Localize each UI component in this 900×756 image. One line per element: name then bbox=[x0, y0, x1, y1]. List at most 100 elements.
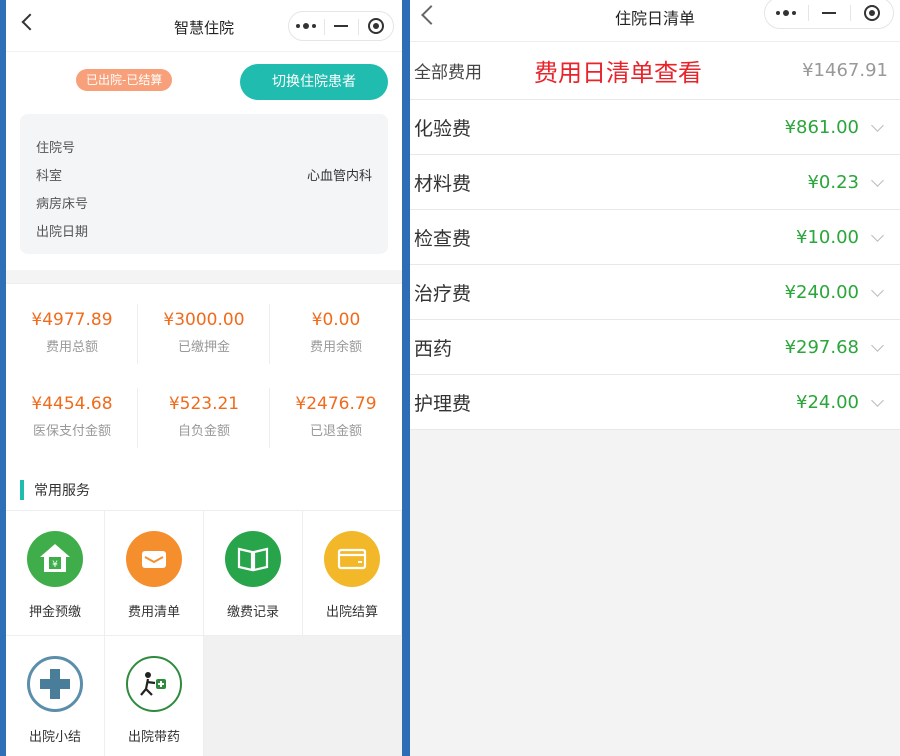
info-value: 心血管内科 bbox=[306, 168, 372, 184]
admission-info-card: 住院号 科室 心血管内科 病房床号 出院日期 bbox=[20, 114, 388, 254]
fee-item-western-medicine[interactable]: 西药 ¥297.68 bbox=[410, 320, 900, 375]
service-label: 费用清单 bbox=[127, 605, 180, 620]
mini-program-capsule bbox=[764, 0, 894, 29]
smart-hospital-panel: 智慧住院 已出院-已结算 切换住院患者 住院号 科室 心血管内科 病房床号 出院… bbox=[6, 0, 402, 756]
info-label: 出院日期 bbox=[36, 224, 89, 240]
fee-item-amount: ¥10.00 bbox=[796, 226, 859, 248]
total-fee-row: 全部费用 费用日清单查看 ¥1467.91 bbox=[410, 42, 900, 100]
info-label: 住院号 bbox=[36, 140, 76, 156]
services-grid: ¥ 押金预缴 费用清单 缴费记录 出院结算 出院小结 出院带药 bbox=[6, 510, 402, 756]
section-divider bbox=[6, 270, 402, 284]
fee-item-materials[interactable]: 材料费 ¥0.23 bbox=[410, 155, 900, 210]
chevron-down-icon bbox=[871, 283, 884, 297]
switch-patient-button[interactable]: 切换住院患者 bbox=[240, 64, 388, 100]
fee-amount: ¥3000.00 bbox=[163, 310, 245, 330]
fee-item-amount: ¥861.00 bbox=[784, 116, 859, 138]
fee-item-amount: ¥0.23 bbox=[807, 171, 859, 193]
fee-item-examination[interactable]: 检查费 ¥10.00 bbox=[410, 210, 900, 265]
svg-text:¥: ¥ bbox=[52, 560, 58, 570]
fee-label: 费用总额 bbox=[45, 340, 98, 355]
navigation-bar: 智慧住院 bbox=[6, 0, 402, 52]
services-title: 常用服务 bbox=[34, 483, 90, 499]
info-row-admission-no: 住院号 bbox=[36, 132, 372, 160]
fee-item-label: 治疗费 bbox=[414, 282, 472, 305]
minimize-button[interactable] bbox=[323, 12, 359, 40]
fee-amount: ¥0.00 bbox=[311, 310, 361, 330]
info-label: 科室 bbox=[36, 168, 63, 184]
fee-label: 已退金额 bbox=[309, 424, 362, 439]
fee-item-lab[interactable]: 化验费 ¥861.00 bbox=[410, 100, 900, 155]
fee-label: 费用余额 bbox=[309, 340, 362, 355]
service-deposit-prepay[interactable]: ¥ 押金预缴 bbox=[6, 511, 105, 636]
info-row-discharge-date: 出院日期 bbox=[36, 216, 372, 244]
minimize-icon bbox=[334, 25, 348, 27]
minimize-icon bbox=[822, 12, 836, 14]
fee-total: ¥4977.89 费用总额 bbox=[6, 292, 138, 376]
service-label: 出院小结 bbox=[28, 730, 81, 745]
envelope-icon bbox=[126, 531, 182, 587]
chevron-down-icon bbox=[871, 228, 884, 242]
patient-name bbox=[20, 76, 58, 92]
fee-item-nursing[interactable]: 护理费 ¥24.00 bbox=[410, 375, 900, 430]
service-discharge-medicine[interactable]: 出院带药 bbox=[105, 636, 204, 756]
fee-item-amount: ¥297.68 bbox=[784, 336, 859, 358]
fee-amount: ¥2476.79 bbox=[295, 394, 377, 414]
section-accent-bar bbox=[20, 480, 24, 500]
fee-item-label: 护理费 bbox=[414, 392, 472, 415]
patient-header: 已出院-已结算 切换住院患者 bbox=[6, 52, 402, 112]
annotation-text: 费用日清单查看 bbox=[534, 59, 702, 87]
info-label: 病房床号 bbox=[36, 196, 89, 212]
desktop-background-divider bbox=[402, 0, 410, 756]
total-amount: ¥1467.91 bbox=[802, 60, 888, 81]
service-discharge-summary[interactable]: 出院小结 bbox=[6, 636, 105, 756]
info-row-bed: 病房床号 bbox=[36, 188, 372, 216]
fee-item-label: 检查费 bbox=[414, 227, 472, 250]
service-discharge-settlement[interactable]: 出院结算 bbox=[303, 511, 402, 636]
daily-bill-panel: 住院日清单 全部费用 费用日清单查看 ¥1467.91 化验费 ¥861.00 … bbox=[410, 0, 900, 756]
services-header: 常用服务 bbox=[6, 470, 402, 510]
service-payment-records[interactable]: 缴费记录 bbox=[204, 511, 303, 636]
fee-item-label: 材料费 bbox=[414, 172, 472, 195]
service-label: 押金预缴 bbox=[28, 605, 81, 620]
more-button[interactable] bbox=[765, 0, 808, 28]
fee-balance: ¥0.00 费用余额 bbox=[270, 292, 402, 376]
plus-cross-icon bbox=[27, 656, 83, 712]
empty-grid-cell bbox=[204, 636, 402, 756]
fee-item-amount: ¥240.00 bbox=[784, 281, 859, 303]
mini-program-capsule bbox=[288, 11, 394, 41]
more-button[interactable] bbox=[289, 12, 324, 40]
fee-label: 自负金额 bbox=[177, 424, 230, 439]
fee-deposit: ¥3000.00 已缴押金 bbox=[138, 292, 270, 376]
fee-summary: ¥4977.89 费用总额 ¥3000.00 已缴押金 ¥0.00 费用余额 ¥445… bbox=[6, 284, 402, 460]
fee-amount: ¥4977.89 bbox=[31, 310, 113, 330]
service-fee-list[interactable]: 费用清单 bbox=[105, 511, 204, 636]
fee-item-label: 西药 bbox=[414, 337, 453, 360]
fee-item-treatment[interactable]: 治疗费 ¥240.00 bbox=[410, 265, 900, 320]
close-button[interactable] bbox=[850, 0, 893, 28]
chevron-down-icon bbox=[871, 393, 884, 407]
chevron-down-icon bbox=[871, 118, 884, 132]
total-label: 全部费用 bbox=[414, 63, 482, 83]
fee-label: 已缴押金 bbox=[177, 340, 230, 355]
minimize-button[interactable] bbox=[807, 0, 851, 28]
chevron-down-icon bbox=[871, 173, 884, 187]
info-row-department: 科室 心血管内科 bbox=[36, 160, 372, 188]
navigation-bar: 住院日清单 bbox=[410, 0, 900, 42]
person-medicine-icon bbox=[126, 656, 182, 712]
chevron-down-icon bbox=[871, 338, 884, 352]
more-dots-icon bbox=[776, 10, 797, 16]
close-target-icon bbox=[367, 18, 384, 34]
card-icon bbox=[324, 531, 380, 587]
house-yuan-icon: ¥ bbox=[27, 531, 83, 587]
book-icon bbox=[225, 531, 281, 587]
status-badge: 已出院-已结算 bbox=[76, 69, 173, 91]
service-label: 出院结算 bbox=[325, 605, 378, 620]
fee-item-label: 化验费 bbox=[414, 117, 472, 140]
close-target-icon bbox=[863, 5, 880, 21]
fee-refunded: ¥2476.79 已退金额 bbox=[270, 376, 402, 460]
fee-category-list: 全部费用 费用日清单查看 ¥1467.91 化验费 ¥861.00 材料费 ¥0… bbox=[410, 42, 900, 430]
service-label: 出院带药 bbox=[127, 730, 180, 745]
fee-insurance: ¥4454.68 医保支付金额 bbox=[6, 376, 138, 460]
close-button[interactable] bbox=[358, 12, 393, 40]
fee-label: 医保支付金额 bbox=[32, 424, 111, 439]
